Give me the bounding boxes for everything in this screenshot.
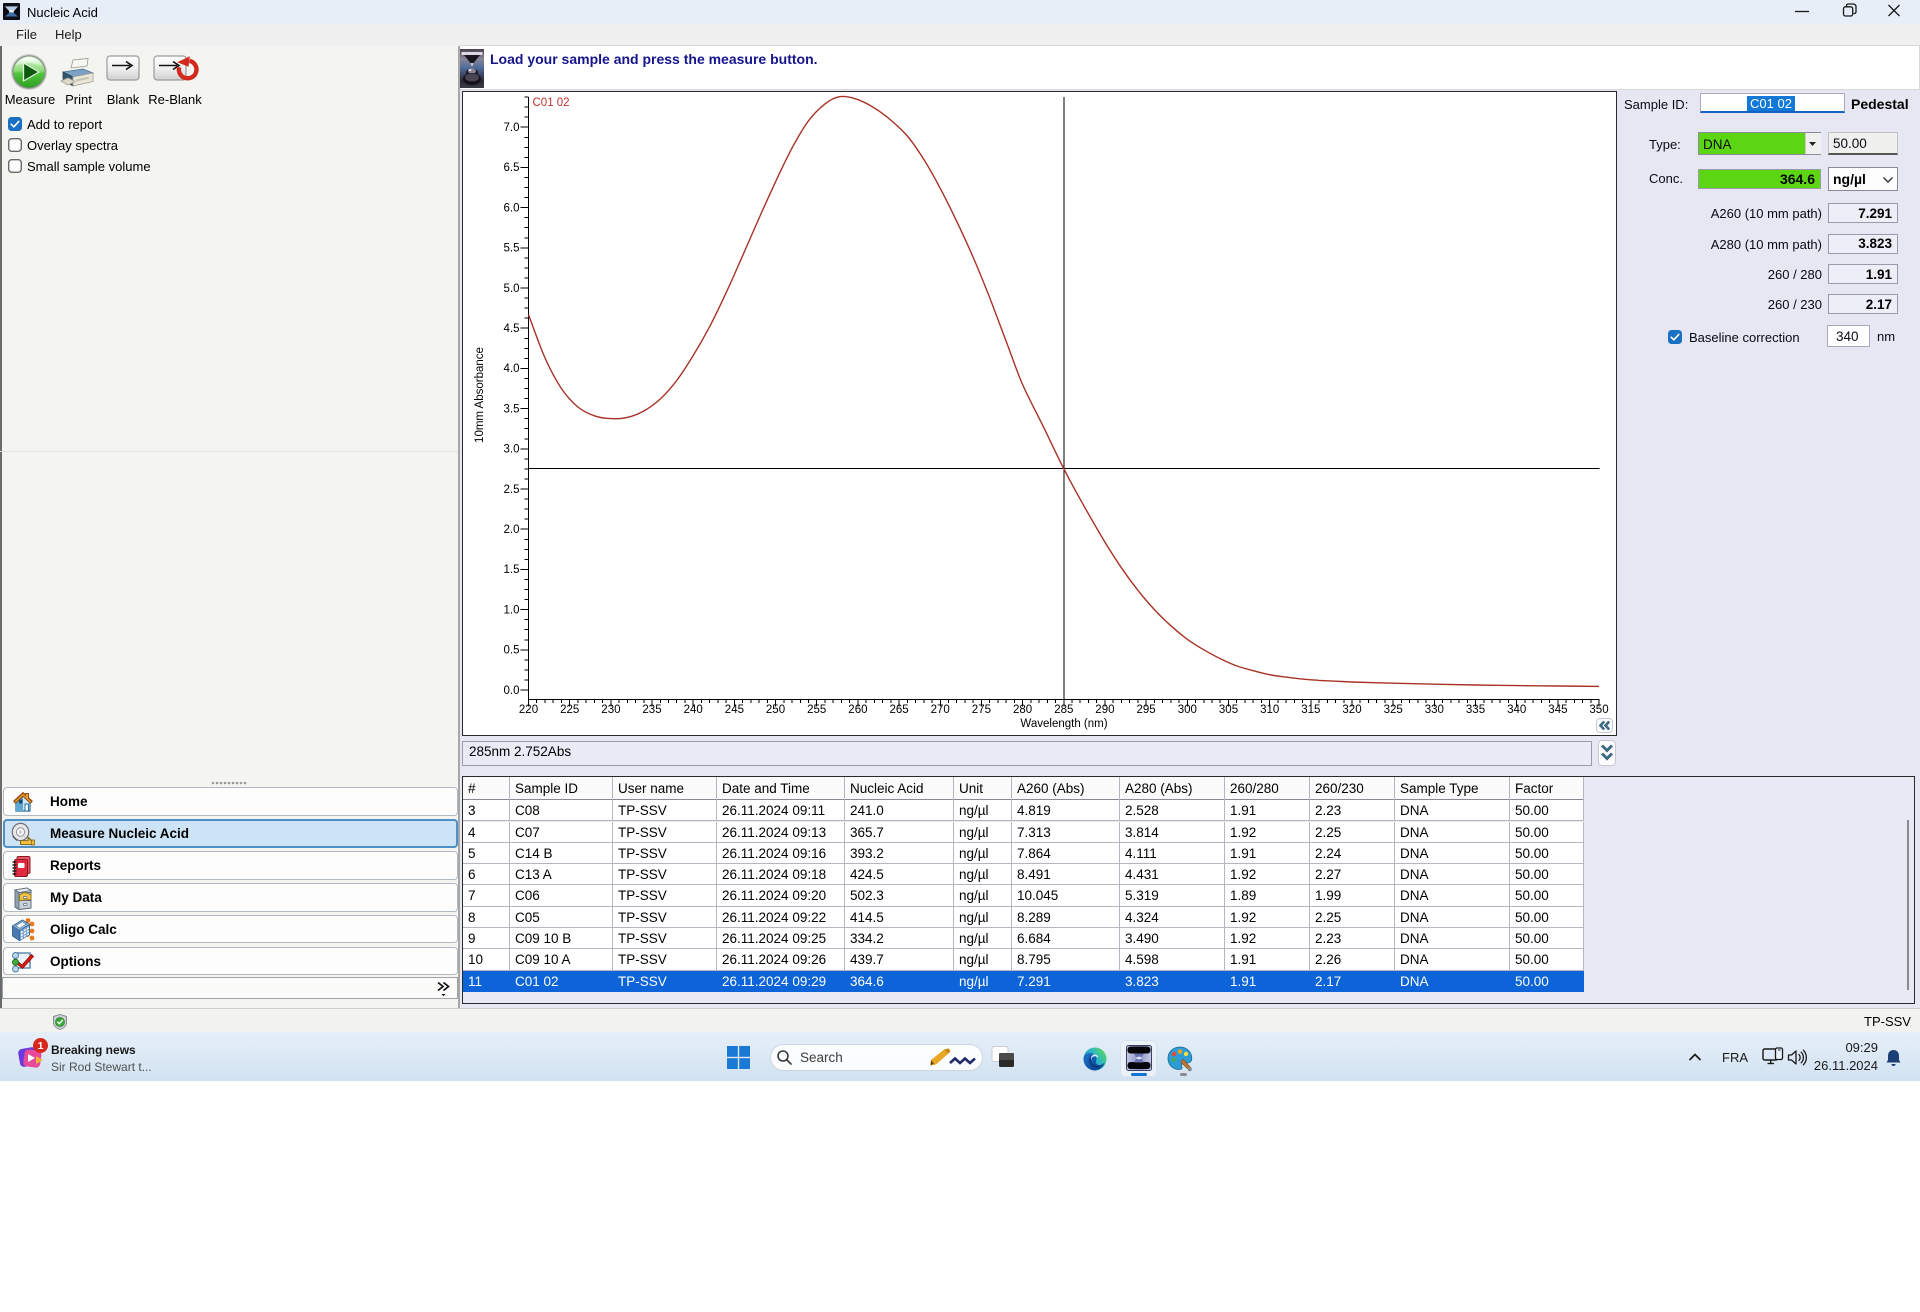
svg-text:6.5: 6.5: [504, 162, 520, 174]
svg-text:4.5: 4.5: [504, 323, 520, 335]
svg-text:275: 275: [972, 704, 991, 716]
svg-text:250: 250: [766, 704, 785, 716]
svg-text:260: 260: [848, 704, 867, 716]
svg-text:270: 270: [931, 704, 950, 716]
svg-text:Wavelength (nm): Wavelength (nm): [1020, 718, 1107, 730]
svg-text:305: 305: [1219, 704, 1238, 716]
svg-text:6.0: 6.0: [504, 202, 520, 214]
svg-text:3.5: 3.5: [504, 403, 520, 415]
svg-text:325: 325: [1384, 704, 1403, 716]
svg-text:1.0: 1.0: [504, 604, 520, 616]
svg-text:0.5: 0.5: [504, 645, 520, 657]
svg-text:2.0: 2.0: [504, 524, 520, 536]
svg-text:295: 295: [1137, 704, 1156, 716]
svg-text:235: 235: [642, 704, 661, 716]
svg-text:5.5: 5.5: [504, 243, 520, 255]
svg-text:1.5: 1.5: [504, 564, 520, 576]
svg-text:7.0: 7.0: [504, 122, 520, 134]
svg-text:350: 350: [1589, 704, 1608, 716]
svg-text:285: 285: [1054, 704, 1073, 716]
svg-text:C01 02: C01 02: [533, 97, 570, 109]
svg-text:0.0: 0.0: [504, 685, 520, 697]
svg-text:330: 330: [1425, 704, 1444, 716]
svg-text:300: 300: [1178, 704, 1197, 716]
svg-text:1: 1: [38, 1040, 44, 1052]
svg-text:225: 225: [560, 704, 579, 716]
svg-text:340: 340: [1507, 704, 1526, 716]
svg-text:290: 290: [1095, 704, 1114, 716]
svg-text:245: 245: [725, 704, 744, 716]
svg-text:280: 280: [1013, 704, 1032, 716]
svg-text:3.0: 3.0: [504, 444, 520, 456]
svg-text:240: 240: [684, 704, 703, 716]
svg-text:5.0: 5.0: [504, 283, 520, 295]
svg-text:2.5: 2.5: [504, 484, 520, 496]
svg-text:335: 335: [1466, 704, 1485, 716]
svg-text:320: 320: [1342, 704, 1361, 716]
svg-text:4.0: 4.0: [504, 363, 520, 375]
svg-text:10mm Absorbance: 10mm Absorbance: [474, 347, 486, 443]
svg-text:230: 230: [601, 704, 620, 716]
svg-text:265: 265: [890, 704, 909, 716]
svg-text:255: 255: [807, 704, 826, 716]
svg-text:220: 220: [519, 704, 538, 716]
svg-text:315: 315: [1301, 704, 1320, 716]
svg-text:310: 310: [1260, 704, 1279, 716]
svg-text:345: 345: [1548, 704, 1567, 716]
